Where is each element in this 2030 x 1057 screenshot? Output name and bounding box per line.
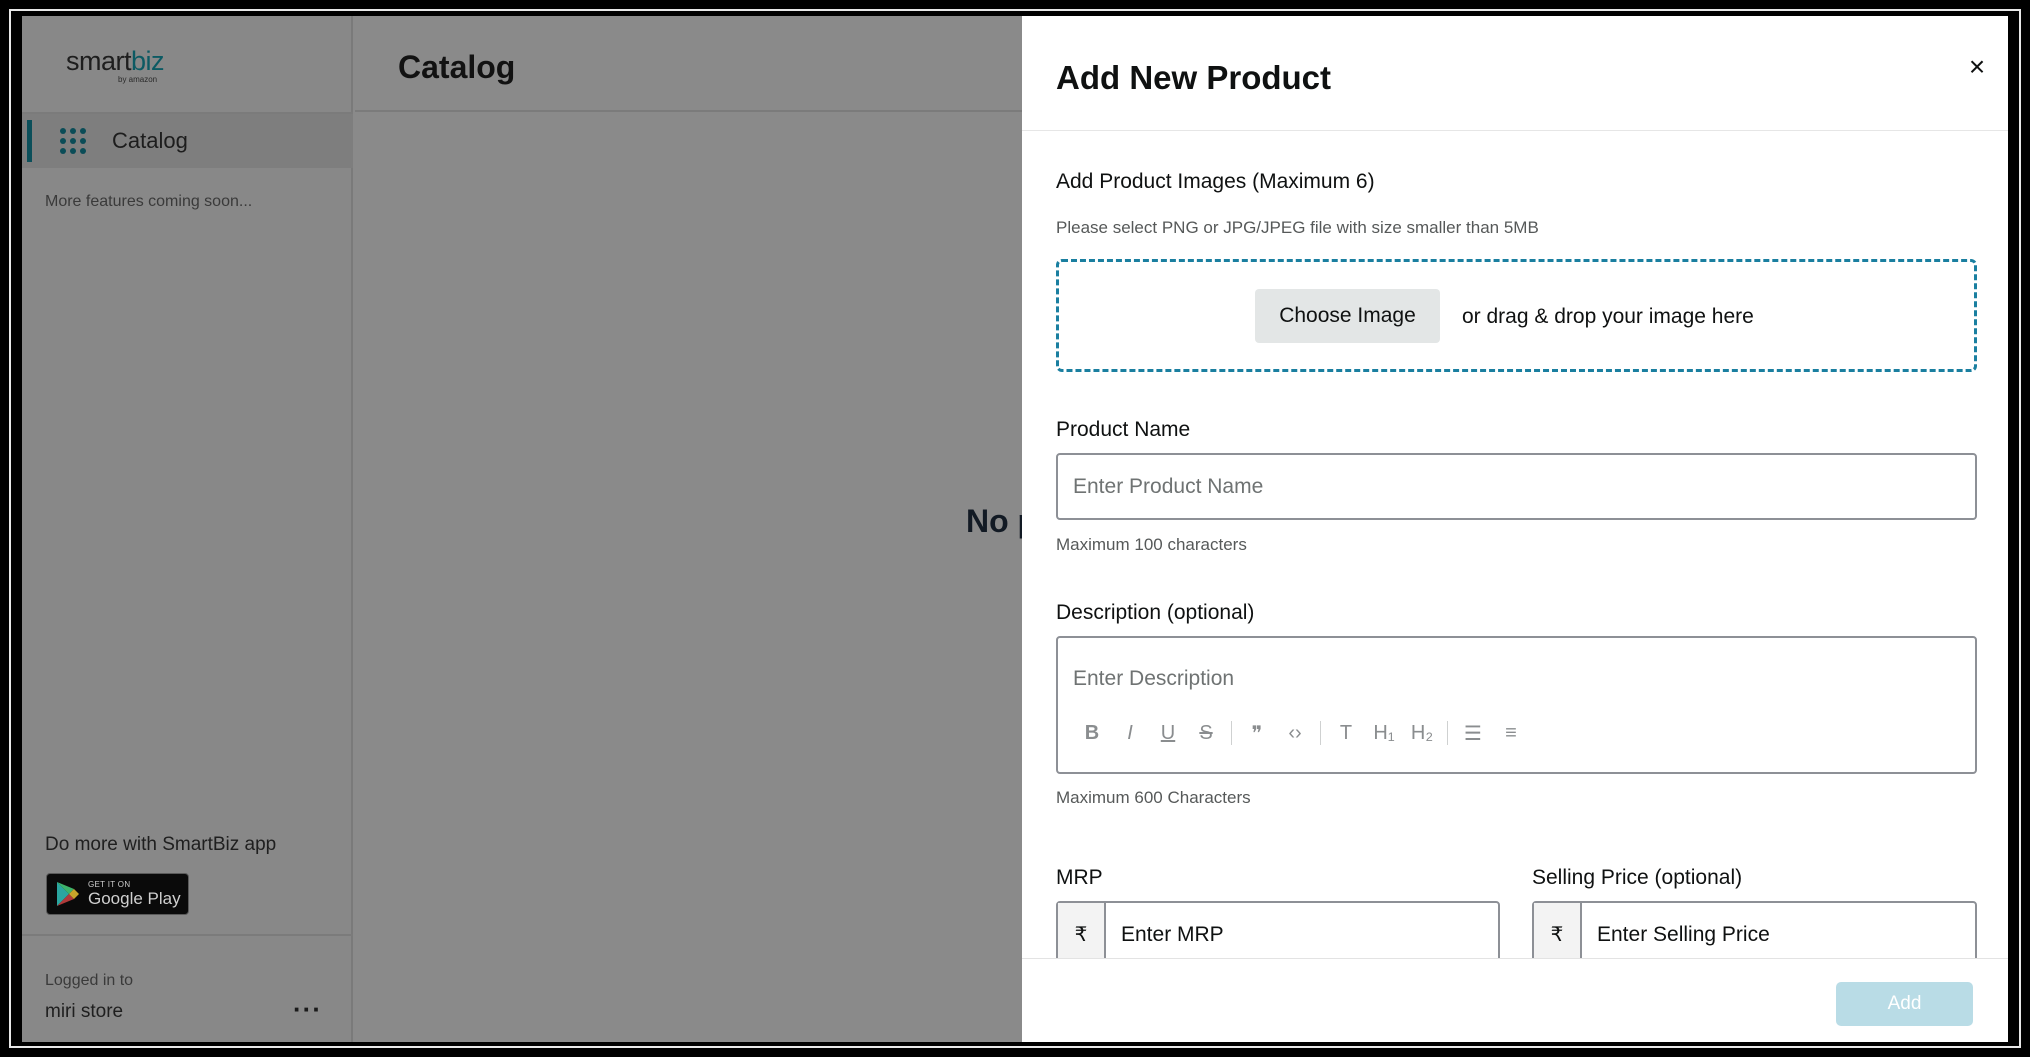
mrp-label: MRP bbox=[1056, 866, 1103, 889]
more-options-icon[interactable]: ··· bbox=[293, 994, 322, 1025]
code-icon[interactable]: ‹› bbox=[1276, 718, 1314, 748]
image-dropzone[interactable]: Choose Image or drag & drop your image h… bbox=[1056, 259, 1977, 372]
store-name: miri store bbox=[45, 1001, 124, 1022]
gplay-small-text: GET IT ON bbox=[88, 880, 131, 889]
sidebar-item-label: Catalog bbox=[112, 128, 188, 153]
mrp-placeholder: Enter MRP bbox=[1121, 923, 1224, 946]
drawer-header: Add New Product × bbox=[1022, 16, 2008, 131]
numbered-list-icon[interactable]: ≡ bbox=[1492, 718, 1530, 748]
sidebar-item-catalog[interactable]: Catalog bbox=[22, 114, 353, 168]
sidebar: smartbiz by amazon Catalog More features… bbox=[22, 16, 353, 1042]
bullet-list-icon[interactable]: ☰ bbox=[1454, 718, 1492, 748]
choose-image-button[interactable]: Choose Image bbox=[1255, 289, 1440, 343]
brand-logo: smartbiz by amazon bbox=[66, 46, 165, 96]
google-play-badge[interactable]: GET IT ON Google Play bbox=[46, 873, 189, 915]
coming-soon-text: More features coming soon... bbox=[45, 193, 253, 210]
brand-sub: by amazon bbox=[118, 75, 158, 84]
selling-price-placeholder: Enter Selling Price bbox=[1597, 923, 1770, 946]
description-hint: Maximum 600 Characters bbox=[1056, 788, 1251, 807]
brand-name-part: smart bbox=[66, 46, 132, 76]
strikethrough-icon[interactable]: S bbox=[1187, 718, 1225, 748]
grid-icon bbox=[60, 128, 86, 154]
description-label: Description (optional) bbox=[1056, 601, 1255, 624]
promo-text: Do more with SmartBiz app bbox=[45, 834, 277, 855]
quote-icon[interactable]: ❞ bbox=[1238, 718, 1276, 748]
active-indicator bbox=[27, 120, 32, 162]
selling-price-label: Selling Price (optional) bbox=[1532, 866, 1743, 889]
drawer-footer: Add bbox=[1022, 958, 2008, 1042]
brand-name-accent: biz bbox=[131, 46, 165, 76]
italic-icon[interactable]: I bbox=[1111, 718, 1149, 748]
heading1-icon[interactable]: H₁ bbox=[1365, 718, 1403, 748]
sidebar-divider bbox=[22, 934, 353, 936]
images-label: Add Product Images (Maximum 6) bbox=[1056, 170, 1375, 193]
drawer-title: Add New Product bbox=[1056, 59, 1332, 96]
images-hint: Please select PNG or JPG/JPEG file with … bbox=[1056, 218, 1539, 237]
rupee-icon: ₹ bbox=[1534, 903, 1582, 966]
product-name-label: Product Name bbox=[1056, 418, 1191, 441]
add-button[interactable]: Add bbox=[1836, 982, 1973, 1026]
app-window: smartbiz by amazon Catalog More features… bbox=[22, 16, 2008, 1042]
add-product-drawer: Add New Product × Add Product Images (Ma… bbox=[1022, 16, 2008, 1042]
logged-in-label: Logged in to bbox=[45, 972, 134, 989]
google-play-icon bbox=[57, 882, 79, 906]
product-name-placeholder: Enter Product Name bbox=[1073, 475, 1264, 498]
gplay-big-text: Google Play bbox=[88, 889, 181, 908]
dropzone-text: or drag & drop your image here bbox=[1462, 305, 1754, 328]
product-name-hint: Maximum 100 characters bbox=[1056, 535, 1247, 554]
underline-icon[interactable]: U bbox=[1149, 718, 1187, 748]
rupee-icon: ₹ bbox=[1058, 903, 1106, 966]
description-placeholder: Enter Description bbox=[1073, 667, 1235, 690]
bold-icon[interactable]: B bbox=[1073, 718, 1111, 748]
text-icon[interactable]: T bbox=[1327, 718, 1365, 748]
close-icon[interactable]: × bbox=[1962, 52, 1992, 82]
heading2-icon[interactable]: H₂ bbox=[1403, 718, 1441, 748]
product-name-input[interactable]: Enter Product Name bbox=[1056, 453, 1977, 520]
page-title: Catalog bbox=[398, 49, 516, 85]
formatting-toolbar: B I U S ❞ ‹› T H₁ H₂ ☰ ≡ bbox=[1073, 718, 1530, 748]
description-editor[interactable]: Enter Description B I U S ❞ ‹› T H₁ H₂ ☰… bbox=[1056, 636, 1977, 774]
